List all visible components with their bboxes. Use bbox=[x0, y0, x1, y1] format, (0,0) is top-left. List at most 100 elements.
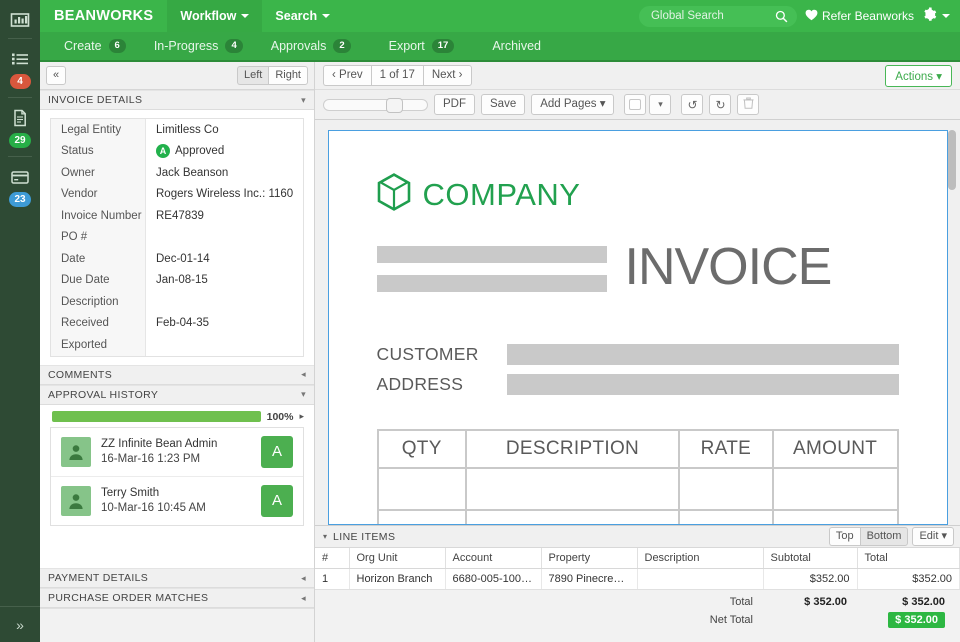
col-subtotal[interactable]: Subtotal bbox=[763, 548, 857, 568]
top-bar-right: Refer Beanworks bbox=[639, 0, 960, 32]
dock-left-button[interactable]: Left bbox=[237, 66, 268, 85]
section-comments-title: COMMENTS bbox=[48, 369, 112, 381]
cube-logo-icon bbox=[377, 173, 411, 216]
page-indicator: 1 of 17 bbox=[371, 65, 423, 86]
tab-export-count: 17 bbox=[432, 39, 455, 53]
net-total-label: Net Total bbox=[315, 614, 765, 626]
top-bar: BEANWORKS Workflow Search bbox=[40, 0, 960, 32]
progress-label: 100% bbox=[267, 411, 294, 423]
rail-item-tasks[interactable]: 4 bbox=[0, 39, 40, 91]
zoom-slider-knob[interactable] bbox=[386, 98, 403, 113]
nav-search[interactable]: Search bbox=[262, 0, 343, 32]
collapse-panel-button[interactable]: « bbox=[46, 66, 66, 85]
section-purchase-order-matches[interactable]: PURCHASE ORDER MATCHES ◂ bbox=[40, 588, 314, 608]
customer-value-bar bbox=[507, 344, 899, 365]
status-badge: A bbox=[156, 144, 170, 158]
chart-bar-icon bbox=[10, 10, 30, 30]
section-payment-details[interactable]: PAYMENT DETAILS ◂ bbox=[40, 568, 314, 588]
doc-col-description: DESCRIPTION bbox=[466, 430, 679, 468]
col-property[interactable]: Property bbox=[541, 548, 637, 568]
customer-label: CUSTOMER bbox=[377, 344, 507, 365]
approver-name: Terry Smith bbox=[101, 486, 251, 501]
pdf-button[interactable]: PDF bbox=[434, 94, 475, 115]
detail-key: Invoice Number bbox=[51, 205, 146, 227]
rotate-left-button[interactable]: ↺ bbox=[681, 94, 703, 115]
actions-button[interactable]: Actions ▾ bbox=[885, 65, 952, 87]
refer-beanworks-link[interactable]: Refer Beanworks bbox=[805, 9, 914, 24]
tab-archived[interactable]: Archived bbox=[468, 32, 555, 60]
document-company-name: COMPANY bbox=[423, 177, 581, 213]
chevron-down-icon: ▾ bbox=[941, 530, 947, 542]
rotate-right-button[interactable]: ↻ bbox=[709, 94, 731, 115]
col-total[interactable]: Total bbox=[857, 548, 960, 568]
net-total-value: $ 352.00 bbox=[888, 612, 945, 628]
section-comments[interactable]: COMMENTS ◂ bbox=[40, 365, 314, 385]
invoice-document-page[interactable]: COMPANY INVOICE bbox=[328, 130, 948, 525]
workspace: « Left Right INVOICE DETAILS ▾ L bbox=[40, 62, 960, 642]
chevron-down-icon bbox=[322, 14, 330, 18]
select-dropdown-button[interactable]: ▾ bbox=[649, 94, 671, 115]
detail-row: Invoice Number RE47839 bbox=[51, 205, 303, 227]
rail-item-dashboard[interactable] bbox=[0, 0, 40, 32]
nav-workflow-label: Workflow bbox=[180, 9, 236, 23]
section-approval-history-title: APPROVAL HISTORY bbox=[48, 389, 158, 401]
add-pages-label: Add Pages bbox=[540, 98, 596, 110]
rail-badge-invoices: 29 bbox=[9, 133, 30, 148]
approval-history-list: ZZ Infinite Bean Admin 16-Mar-16 1:23 PM… bbox=[50, 427, 304, 526]
viewer-scrollbar[interactable] bbox=[948, 130, 956, 190]
tab-create[interactable]: Create 6 bbox=[50, 32, 140, 60]
chevron-left-icon: ◂ bbox=[301, 593, 306, 604]
document-panel: ‹ Prev 1 of 17 Next › Actions ▾ PDF bbox=[315, 62, 960, 642]
table-row[interactable]: 1 Horizon Branch 6680-005-100-... 7890 P… bbox=[315, 568, 960, 589]
list-item[interactable]: ZZ Infinite Bean Admin 16-Mar-16 1:23 PM… bbox=[51, 428, 303, 477]
col-number[interactable]: # bbox=[315, 548, 349, 568]
cell-subtotal: $352.00 bbox=[763, 568, 857, 589]
next-page-button[interactable]: Next › bbox=[423, 65, 472, 86]
document-header: COMPANY bbox=[377, 173, 899, 216]
list-item[interactable]: Terry Smith 10-Mar-16 10:45 AM A bbox=[51, 477, 303, 525]
col-description[interactable]: Description bbox=[637, 548, 763, 568]
col-org-unit[interactable]: Org Unit bbox=[349, 548, 445, 568]
position-top-button[interactable]: Top bbox=[829, 527, 860, 546]
col-account[interactable]: Account bbox=[445, 548, 541, 568]
placeholder-bar bbox=[377, 246, 607, 263]
dock-right-button[interactable]: Right bbox=[268, 66, 308, 85]
edit-label: Edit bbox=[919, 530, 938, 542]
tab-in-progress[interactable]: In-Progress 4 bbox=[140, 32, 257, 60]
global-search[interactable] bbox=[639, 6, 797, 27]
panel-footer-space bbox=[40, 608, 314, 642]
detail-row: Exported bbox=[51, 334, 303, 356]
settings-menu[interactable] bbox=[922, 7, 950, 25]
tab-in-progress-count: 4 bbox=[225, 39, 242, 53]
nav-workflow[interactable]: Workflow bbox=[167, 0, 262, 32]
select-all-checkbox[interactable] bbox=[624, 94, 646, 115]
chevron-right-icon[interactable]: ▸ bbox=[299, 411, 304, 422]
tab-approvals[interactable]: Approvals 2 bbox=[257, 32, 365, 60]
section-invoice-details[interactable]: INVOICE DETAILS ▾ bbox=[40, 90, 314, 110]
detail-row: Vendor Rogers Wireless Inc.: 1160 bbox=[51, 184, 303, 206]
detail-key: PO # bbox=[51, 227, 146, 249]
save-button[interactable]: Save bbox=[481, 94, 525, 115]
tab-export[interactable]: Export 17 bbox=[365, 32, 469, 60]
credit-card-icon bbox=[10, 167, 30, 187]
tab-approvals-label: Approvals bbox=[271, 39, 327, 53]
edit-button[interactable]: Edit ▾ bbox=[912, 527, 954, 546]
rotate-left-icon: ↺ bbox=[687, 98, 697, 112]
chevron-down-icon[interactable]: ▾ bbox=[323, 532, 327, 541]
position-bottom-button[interactable]: Bottom bbox=[860, 527, 909, 546]
section-approval-history[interactable]: APPROVAL HISTORY ▾ bbox=[40, 385, 314, 405]
status-label: Approved bbox=[175, 145, 224, 157]
search-input[interactable] bbox=[639, 10, 797, 22]
add-pages-button[interactable]: Add Pages ▾ bbox=[531, 94, 614, 115]
document-title-block: INVOICE bbox=[377, 246, 899, 304]
rail-item-payments[interactable]: 23 bbox=[0, 157, 40, 209]
rail-item-invoices[interactable]: 29 bbox=[0, 98, 40, 150]
delete-page-button[interactable] bbox=[737, 94, 759, 115]
position-toggle-group: Top Bottom bbox=[829, 527, 909, 546]
zoom-slider[interactable] bbox=[323, 98, 428, 111]
brand-logo[interactable]: BEANWORKS bbox=[40, 0, 167, 32]
prev-page-button[interactable]: ‹ Prev bbox=[323, 65, 371, 86]
rail-expand-button[interactable]: » bbox=[0, 606, 40, 642]
document-viewer[interactable]: COMPANY INVOICE bbox=[315, 120, 960, 525]
detail-row: Status A Approved bbox=[51, 141, 303, 163]
